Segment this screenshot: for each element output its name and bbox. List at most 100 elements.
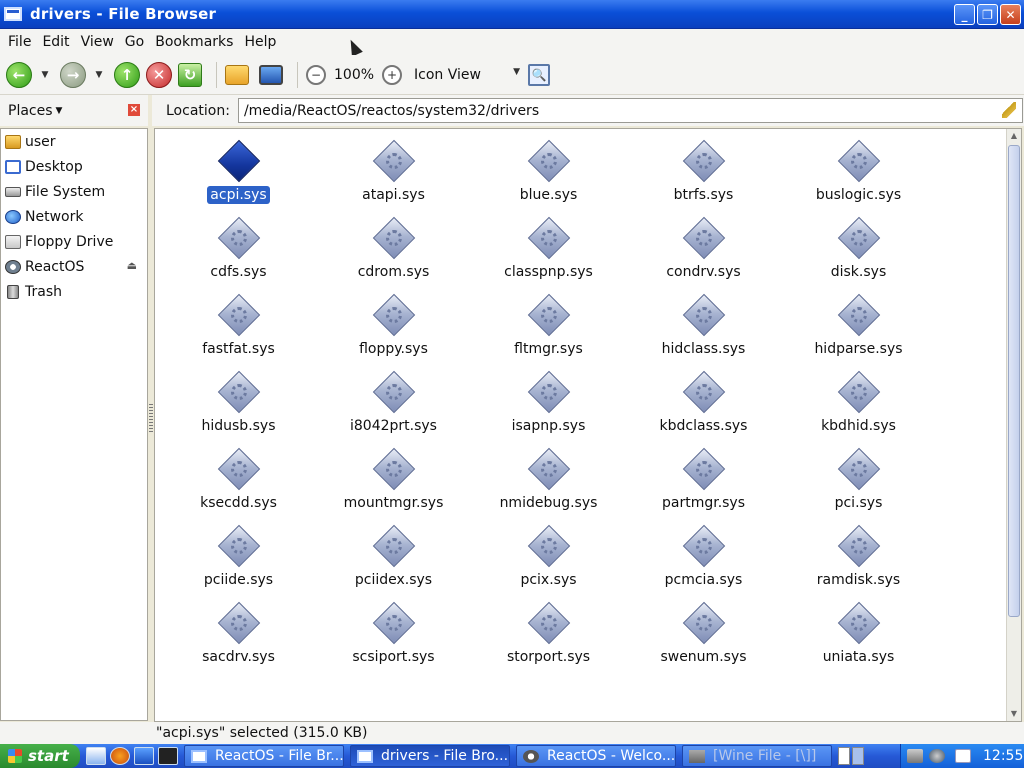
system-file-icon xyxy=(527,139,571,183)
taskbar-task[interactable]: [Wine File - [\]] xyxy=(682,745,832,767)
file-item[interactable]: classpnp.sys xyxy=(471,214,626,291)
file-item[interactable]: pcmcia.sys xyxy=(626,522,781,599)
file-item[interactable]: ramdisk.sys xyxy=(781,522,936,599)
menu-edit[interactable]: Edit xyxy=(40,34,71,50)
file-item[interactable]: disk.sys xyxy=(781,214,936,291)
taskbar-task[interactable]: drivers - File Bro... xyxy=(350,745,510,767)
scroll-down-arrow-icon[interactable]: ▼ xyxy=(1007,707,1021,721)
file-item[interactable]: ksecdd.sys xyxy=(161,445,316,522)
sidebar-item-user[interactable]: user xyxy=(1,129,147,154)
system-file-icon xyxy=(527,447,571,491)
file-item[interactable]: kbdhid.sys xyxy=(781,368,936,445)
file-item[interactable]: partmgr.sys xyxy=(626,445,781,522)
menu-bookmarks[interactable]: Bookmarks xyxy=(153,34,235,50)
file-item[interactable]: hidusb.sys xyxy=(161,368,316,445)
file-item[interactable]: uniata.sys xyxy=(781,599,936,676)
file-item[interactable]: floppy.sys xyxy=(316,291,471,368)
stop-button[interactable]: ✕ xyxy=(146,61,172,88)
reactos-icon xyxy=(523,749,539,763)
eject-icon[interactable]: ⏏ xyxy=(127,259,137,272)
workspace-1[interactable] xyxy=(838,747,850,765)
file-item[interactable]: swenum.sys xyxy=(626,599,781,676)
file-item[interactable]: isapnp.sys xyxy=(471,368,626,445)
file-item[interactable]: i8042prt.sys xyxy=(316,368,471,445)
system-file-icon xyxy=(372,370,416,414)
file-item[interactable]: fltmgr.sys xyxy=(471,291,626,368)
forward-history-dropdown[interactable]: ▼ xyxy=(92,70,106,80)
file-item[interactable]: cdfs.sys xyxy=(161,214,316,291)
close-sidebar-button[interactable]: × xyxy=(128,104,140,116)
file-item[interactable]: hidparse.sys xyxy=(781,291,936,368)
clear-location-icon[interactable] xyxy=(1001,102,1016,118)
system-file-icon xyxy=(217,601,261,645)
show-desktop-icon[interactable] xyxy=(134,747,154,765)
file-item[interactable]: atapi.sys xyxy=(316,137,471,214)
zoom-in-button[interactable]: + xyxy=(382,64,403,85)
file-item[interactable]: hidclass.sys xyxy=(626,291,781,368)
clock[interactable]: 12:55 xyxy=(983,748,1023,764)
file-item[interactable]: mountmgr.sys xyxy=(316,445,471,522)
file-item[interactable]: nmidebug.sys xyxy=(471,445,626,522)
file-item[interactable]: cdrom.sys xyxy=(316,214,471,291)
reload-button[interactable]: ↻ xyxy=(178,62,202,87)
places-dropdown[interactable]: Places xyxy=(8,103,53,119)
file-item[interactable]: scsiport.sys xyxy=(316,599,471,676)
up-button[interactable]: ↑ xyxy=(114,61,140,88)
minimize-button[interactable]: _ xyxy=(954,4,975,25)
sidebar-item-reactos[interactable]: ReactOS ⏏ xyxy=(1,254,147,279)
computer-button[interactable] xyxy=(259,64,283,85)
taskbar-task[interactable]: ReactOS - Welco... xyxy=(516,745,676,767)
zoom-level[interactable]: 100% xyxy=(334,67,374,83)
file-name: sacdrv.sys xyxy=(202,649,275,665)
file-item[interactable]: pci.sys xyxy=(781,445,936,522)
search-button[interactable]: 🔍 xyxy=(528,63,551,86)
explorer-icon[interactable] xyxy=(86,747,106,765)
sidebar-item-file-system[interactable]: File System xyxy=(1,179,147,204)
file-item[interactable]: btrfs.sys xyxy=(626,137,781,214)
network-tray-icon[interactable] xyxy=(907,749,923,763)
file-icon-view[interactable]: acpi.sys atapi.sys blue.sys btrfs.sys buslog… xyxy=(154,128,1022,722)
title-bar: drivers - File Browser _ ❐ ✕ xyxy=(0,0,1024,29)
terminal-icon[interactable] xyxy=(158,747,178,765)
file-item[interactable]: acpi.sys xyxy=(161,137,316,214)
scrollbar-thumb[interactable] xyxy=(1008,145,1020,617)
view-mode-select[interactable]: Icon View ▼ xyxy=(410,67,524,83)
pane-splitter-handle[interactable] xyxy=(149,404,153,434)
taskbar-task[interactable]: ReactOS - File Br... xyxy=(184,745,344,767)
sidebar-item-trash[interactable]: Trash xyxy=(1,279,147,304)
file-item[interactable]: blue.sys xyxy=(471,137,626,214)
mail-tray-icon[interactable] xyxy=(955,749,971,763)
file-item[interactable]: sacdrv.sys xyxy=(161,599,316,676)
sidebar-item-floppy-drive[interactable]: Floppy Drive xyxy=(1,229,147,254)
vertical-scrollbar[interactable]: ▲ ▼ xyxy=(1006,129,1021,721)
firefox-icon[interactable] xyxy=(110,747,130,765)
file-item[interactable]: pciide.sys xyxy=(161,522,316,599)
file-item[interactable]: storport.sys xyxy=(471,599,626,676)
file-item[interactable]: pcix.sys xyxy=(471,522,626,599)
back-button[interactable]: ← xyxy=(6,61,32,88)
menu-file[interactable]: File xyxy=(6,34,33,50)
menu-view[interactable]: View xyxy=(79,34,116,50)
back-history-dropdown[interactable]: ▼ xyxy=(38,70,52,80)
file-item[interactable]: kbdclass.sys xyxy=(626,368,781,445)
maximize-button[interactable]: ❐ xyxy=(977,4,998,25)
file-item[interactable]: buslogic.sys xyxy=(781,137,936,214)
workspace-2[interactable] xyxy=(852,747,864,765)
volume-tray-icon[interactable] xyxy=(929,749,945,763)
location-input[interactable]: /media/ReactOS/reactos/system32/drivers xyxy=(237,98,1023,123)
zoom-out-button[interactable]: − xyxy=(306,64,326,85)
file-item[interactable]: condrv.sys xyxy=(626,214,781,291)
close-button[interactable]: ✕ xyxy=(1000,4,1021,25)
file-item[interactable]: fastfat.sys xyxy=(161,291,316,368)
start-button[interactable]: start xyxy=(0,744,80,768)
scroll-up-arrow-icon[interactable]: ▲ xyxy=(1007,129,1021,143)
sidebar-item-network[interactable]: Network xyxy=(1,204,147,229)
system-file-icon xyxy=(372,216,416,260)
sidebar-item-desktop[interactable]: Desktop xyxy=(1,154,147,179)
location-path: /media/ReactOS/reactos/system32/drivers xyxy=(243,102,540,119)
forward-button[interactable]: → xyxy=(60,61,86,88)
file-item[interactable]: pciidex.sys xyxy=(316,522,471,599)
menu-help[interactable]: Help xyxy=(242,34,278,50)
menu-go[interactable]: Go xyxy=(123,34,146,50)
home-folder-button[interactable] xyxy=(225,64,249,85)
